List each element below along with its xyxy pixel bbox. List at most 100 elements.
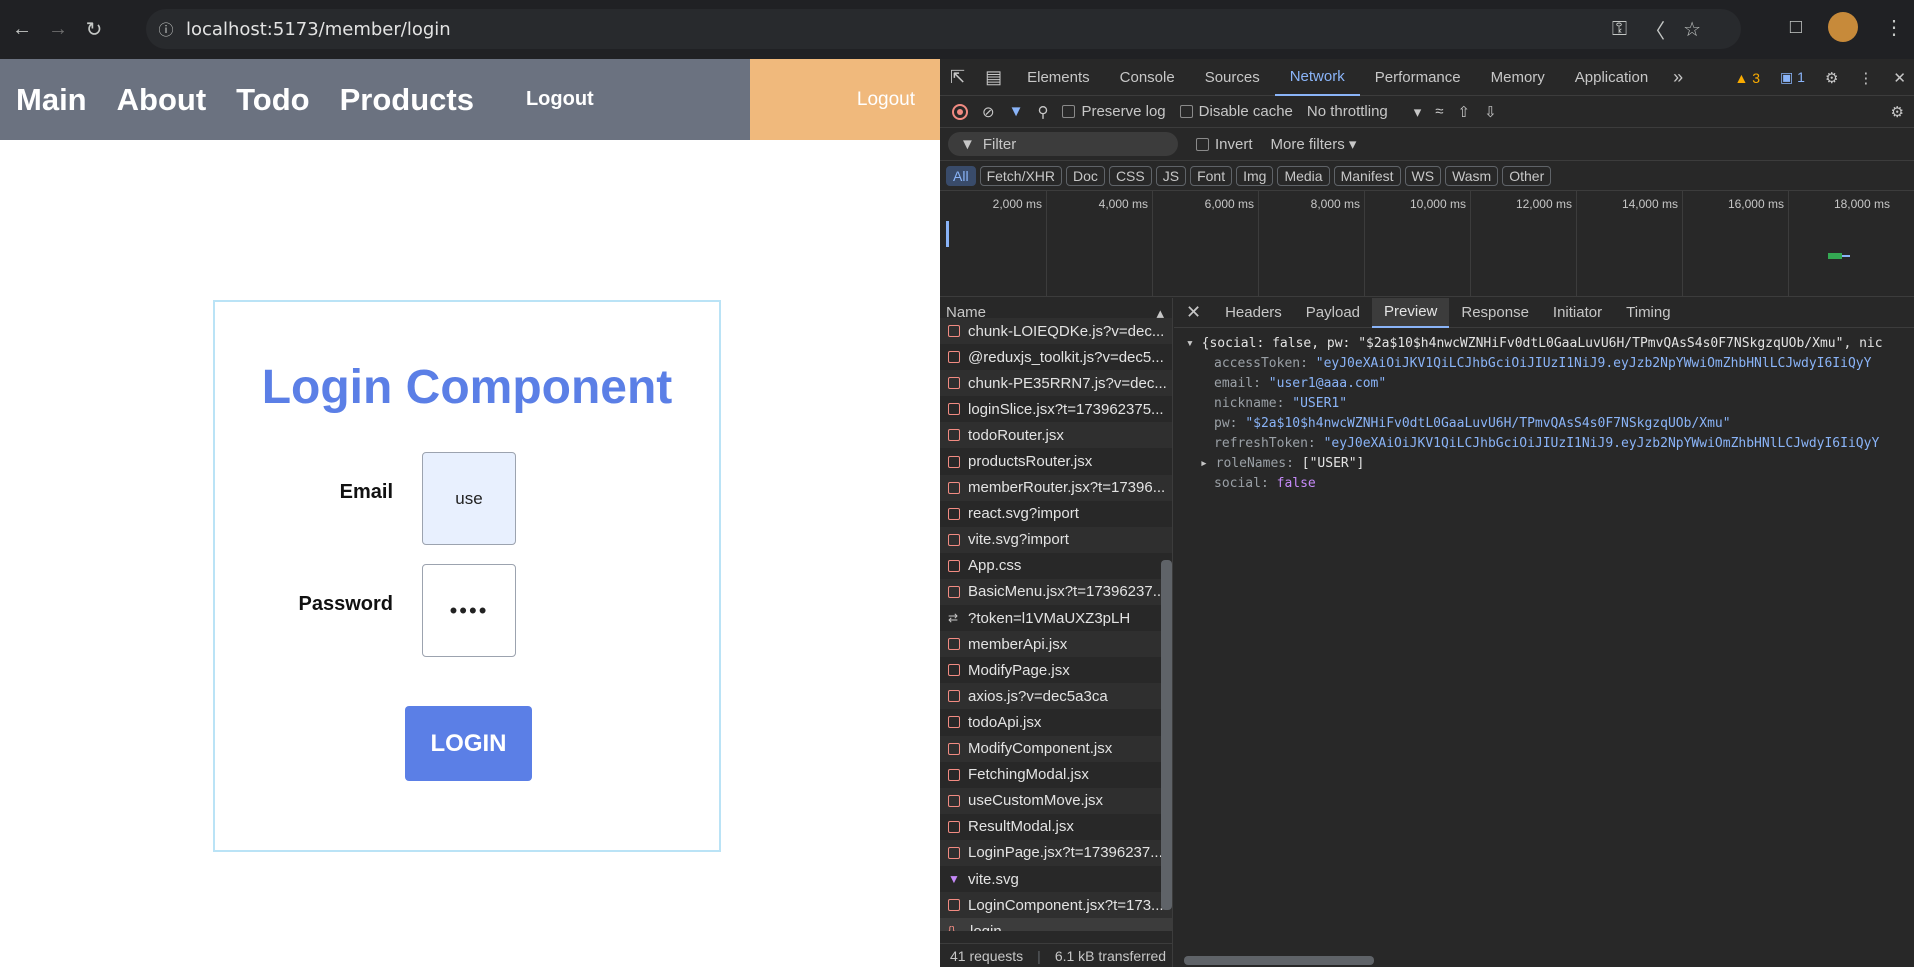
reload-icon[interactable]: ↻ <box>76 12 112 48</box>
type-img[interactable]: Img <box>1236 165 1274 186</box>
tab-elements[interactable]: Elements <box>1012 59 1105 96</box>
logout-link[interactable]: Logout <box>526 88 594 111</box>
password-field[interactable]: •••• <box>422 564 516 657</box>
request-row[interactable]: LoginPage.jsx?t=17396237... <box>940 839 1172 866</box>
request-row[interactable]: vite.svg?import <box>940 526 1172 553</box>
more-tabs-icon[interactable]: » <box>1663 67 1693 88</box>
extensions-icon[interactable]: □ <box>1790 16 1802 39</box>
bookmark-star-icon[interactable]: ☆ <box>1683 17 1701 42</box>
device-toolbar-icon[interactable]: ▤ <box>975 67 1012 88</box>
import-har-icon[interactable]: ⇧ <box>1458 103 1471 121</box>
close-devtools-icon[interactable]: ✕ <box>1893 69 1906 87</box>
network-conditions-icon[interactable]: ≈ <box>1435 103 1443 120</box>
request-row[interactable]: loginSlice.jsx?t=173962375... <box>940 396 1172 422</box>
type-fetch-xhr[interactable]: Fetch/XHR <box>979 165 1063 186</box>
clear-icon[interactable]: ⊘ <box>982 103 995 121</box>
json-field[interactable]: ▸ roleNames: ["USER"] <box>1186 454 1914 474</box>
request-row[interactable]: ModifyPage.jsx <box>940 657 1172 683</box>
warnings-badge[interactable]: ▲ 3 <box>1735 70 1761 86</box>
invert-checkbox[interactable]: Invert <box>1196 136 1253 153</box>
nav-link-main[interactable]: Main <box>16 82 87 118</box>
filter-funnel-icon[interactable]: ▼ <box>1009 103 1024 120</box>
key-icon[interactable]: ⚿ <box>1612 18 1627 41</box>
request-row[interactable]: ModifyComponent.jsx <box>940 735 1172 762</box>
site-info-icon[interactable]: ⓘ <box>146 19 186 40</box>
devtools-menu-icon[interactable]: ⋮ <box>1858 69 1873 87</box>
tab-timing[interactable]: Timing <box>1614 298 1682 328</box>
expand-triangle-icon[interactable]: ▾ <box>1186 336 1194 351</box>
close-details-icon[interactable]: ✕ <box>1174 298 1213 328</box>
email-field[interactable]: use <box>422 452 516 545</box>
tab-application[interactable]: Application <box>1560 59 1663 96</box>
request-row[interactable]: useCustomMove.jsx <box>940 787 1172 814</box>
request-row[interactable]: @reduxjs_toolkit.js?v=dec5... <box>940 344 1172 370</box>
request-row[interactable]: memberApi.jsx <box>940 631 1172 658</box>
tab-preview[interactable]: Preview <box>1372 297 1450 328</box>
nav-link-products[interactable]: Products <box>340 82 474 118</box>
json-root-line[interactable]: ▾ {social: false, pw: "$2a$10$h4nwcWZNHi… <box>1186 334 1914 354</box>
menu-kebab-icon[interactable]: ⋮ <box>1884 15 1904 40</box>
tab-initiator[interactable]: Initiator <box>1541 298 1614 328</box>
address-bar[interactable]: ⓘ localhost:5173/member/login ⚿ 〈 ☆ <box>146 9 1741 49</box>
export-har-icon[interactable]: ⇩ <box>1484 103 1497 121</box>
request-row[interactable]: LoginComponent.jsx?t=173... <box>940 892 1172 919</box>
tab-headers[interactable]: Headers <box>1213 298 1294 328</box>
request-list-scrollbar[interactable] <box>1161 560 1172 910</box>
nav-link-todo[interactable]: Todo <box>236 82 309 118</box>
request-row[interactable]: BasicMenu.jsx?t=17396237... <box>940 578 1172 606</box>
type-other[interactable]: Other <box>1502 165 1552 186</box>
nav-link-about[interactable]: About <box>117 82 207 118</box>
type-css[interactable]: CSS <box>1108 165 1152 186</box>
type-wasm[interactable]: Wasm <box>1445 165 1499 186</box>
request-row[interactable]: ⇄ ?token=l1VMaUXZ3pLH <box>940 605 1172 631</box>
tab-performance[interactable]: Performance <box>1360 59 1476 96</box>
tab-network[interactable]: Network <box>1274 59 1360 96</box>
more-filters-dropdown[interactable]: More filters ▾ <box>1271 135 1357 153</box>
request-row[interactable]: todoApi.jsx <box>940 709 1172 735</box>
type-manifest[interactable]: Manifest <box>1333 165 1401 186</box>
type-all[interactable]: All <box>946 165 976 186</box>
request-row[interactable]: ▼ vite.svg <box>940 866 1172 892</box>
tab-memory[interactable]: Memory <box>1476 59 1560 96</box>
preserve-log-checkbox[interactable]: Preserve log <box>1062 103 1166 120</box>
request-row[interactable]: FetchingModal.jsx <box>940 762 1172 788</box>
network-settings-icon[interactable]: ⚙ <box>1891 103 1904 121</box>
login-button[interactable]: LOGIN <box>405 706 532 781</box>
url-text[interactable]: localhost:5173/member/login <box>186 19 451 40</box>
inspect-element-icon[interactable]: ⇱ <box>940 67 975 88</box>
request-row[interactable]: axios.js?v=dec5a3ca <box>940 683 1172 710</box>
request-row[interactable]: chunk-LOIEQDKe.js?v=dec... <box>940 318 1172 345</box>
throttling-select[interactable]: No throttling ▾ <box>1307 103 1421 121</box>
back-arrow-icon[interactable]: ← <box>4 12 40 48</box>
request-row-selected[interactable]: {} login <box>940 918 1172 931</box>
sort-arrow-icon[interactable]: ▴ <box>1156 304 1164 322</box>
request-row[interactable]: memberRouter.jsx?t=17396... <box>940 474 1172 501</box>
settings-gear-icon[interactable]: ⚙ <box>1825 69 1838 87</box>
filter-input[interactable]: ▼ Filter <box>948 132 1178 156</box>
search-icon[interactable]: ⚲ <box>1037 103 1048 121</box>
type-js[interactable]: JS <box>1155 165 1187 186</box>
request-row[interactable]: todoRouter.jsx <box>940 422 1172 449</box>
translate-icon[interactable]: 〈 <box>1645 15 1665 44</box>
logout-panel[interactable]: Logout <box>750 59 940 140</box>
profile-avatar[interactable] <box>1828 12 1858 42</box>
disable-cache-checkbox[interactable]: Disable cache <box>1179 103 1293 120</box>
tab-console[interactable]: Console <box>1105 59 1190 96</box>
expand-triangle-icon[interactable]: ▸ <box>1200 456 1208 471</box>
messages-badge[interactable]: ▣ 1 <box>1780 69 1805 86</box>
preview-horizontal-scrollbar[interactable] <box>1184 956 1374 965</box>
request-row[interactable]: ResultModal.jsx <box>940 814 1172 840</box>
record-icon[interactable] <box>952 103 968 120</box>
type-media[interactable]: Media <box>1277 165 1330 186</box>
request-row[interactable]: productsRouter.jsx <box>940 448 1172 474</box>
request-row[interactable]: App.css <box>940 553 1172 579</box>
type-font[interactable]: Font <box>1190 165 1233 186</box>
logout-panel-label[interactable]: Logout <box>857 89 915 111</box>
request-row[interactable]: react.svg?import <box>940 501 1172 527</box>
forward-arrow-icon[interactable]: → <box>40 12 76 48</box>
tab-response[interactable]: Response <box>1449 298 1541 328</box>
tab-sources[interactable]: Sources <box>1190 59 1275 96</box>
request-row[interactable]: chunk-PE35RRN7.js?v=dec... <box>940 370 1172 397</box>
tab-payload[interactable]: Payload <box>1294 298 1372 328</box>
type-doc[interactable]: Doc <box>1066 165 1105 186</box>
